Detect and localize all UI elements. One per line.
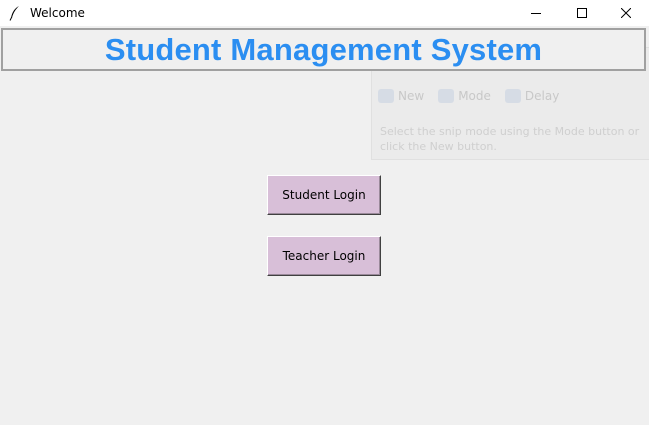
feather-icon bbox=[9, 6, 19, 21]
snip-new-label: New bbox=[398, 89, 425, 103]
close-button[interactable] bbox=[603, 0, 649, 26]
mode-icon bbox=[438, 89, 455, 103]
window-title: Welcome bbox=[30, 6, 85, 20]
title-bar: Welcome bbox=[0, 0, 649, 26]
snip-mode-button: Mode bbox=[438, 89, 491, 103]
teacher-login-button[interactable]: Teacher Login bbox=[267, 236, 381, 276]
snip-new-button: New bbox=[378, 89, 424, 103]
maximize-icon bbox=[577, 8, 587, 18]
clock-icon bbox=[504, 89, 521, 103]
scissors-icon bbox=[378, 89, 394, 103]
snip-delay-button: Delay bbox=[504, 89, 560, 103]
minimize-button[interactable] bbox=[513, 0, 559, 26]
page-title: Student Management System bbox=[104, 32, 543, 67]
maximize-button[interactable] bbox=[559, 0, 605, 26]
minimize-icon bbox=[531, 13, 541, 14]
snip-delay-label: Delay bbox=[524, 89, 560, 103]
snip-help-text: Select the snip mode using the Mode butt… bbox=[380, 125, 640, 153]
header-banner: Student Management System bbox=[1, 28, 646, 71]
close-icon bbox=[621, 8, 631, 18]
snip-toolbar: New Mode Delay bbox=[378, 86, 567, 106]
student-login-button[interactable]: Student Login bbox=[267, 175, 381, 215]
snip-mode-label: Mode bbox=[458, 89, 491, 103]
